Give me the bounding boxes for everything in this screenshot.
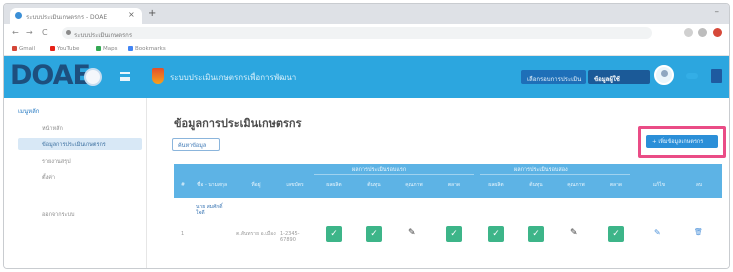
tab-title: ระบบประเมินเกษตรกร - DOAE xyxy=(26,14,108,21)
profile-icon[interactable] xyxy=(713,28,722,37)
main-content: ข้อมูลการประเมินเกษตรกร ค้นหาข้อมูล + เพ… xyxy=(148,98,729,268)
browser-window: ระบบประเมินเกษตรกร - DOAE × + – ← → C ระ… xyxy=(3,3,730,269)
bookmark-favicon-icon xyxy=(50,46,55,51)
bookmarks-bar: Gmail YouTube Maps Bookmarks xyxy=(4,42,729,56)
sidebar-title: เมนูหลัก xyxy=(18,108,40,115)
reload-icon[interactable]: C xyxy=(42,28,48,37)
column-header: ลบ xyxy=(695,182,703,188)
column-header: ต้นทุน xyxy=(367,182,381,188)
check-icon: ✓ xyxy=(446,226,462,242)
column-header: คุณภาพ xyxy=(405,182,423,188)
pencil-icon: ✎ xyxy=(570,228,578,238)
column-header: แก้ไข xyxy=(652,182,666,188)
row-id: 1-2345-67890 xyxy=(280,231,300,243)
sidebar-item-logout[interactable]: ออกจากระบบ xyxy=(18,208,142,220)
column-header: ผลผลิต xyxy=(488,182,504,188)
bookmark-item[interactable]: Bookmarks xyxy=(128,46,166,52)
department-logo-icon xyxy=(152,68,164,84)
bookmark-favicon-icon xyxy=(12,46,17,51)
settings-icon[interactable] xyxy=(686,73,698,79)
column-header[interactable]: ชื่อ - นามสกุล xyxy=(190,182,234,188)
bookmark-item[interactable]: Gmail xyxy=(12,46,35,52)
tab-close-icon[interactable]: × xyxy=(128,10,135,19)
app-title: ระบบประเมินเกษตรกรเพื่อการพัฒนา xyxy=(170,73,297,82)
bookmark-item[interactable]: Maps xyxy=(96,46,117,52)
column-header[interactable]: เลขบัตร xyxy=(278,182,312,188)
column-header: ตลาด xyxy=(609,182,623,188)
user-info-button[interactable]: ข้อมูลผู้ใช้ xyxy=(588,70,650,84)
check-icon: ✓ xyxy=(608,226,624,242)
pencil-icon: ✎ xyxy=(408,228,416,238)
sidebar-item-settings[interactable]: ตั้งค่า xyxy=(18,171,142,183)
table-header: ผลการประเมินรอบแรก ผลการประเมินรอบสอง # … xyxy=(174,164,722,198)
check-icon: ✓ xyxy=(488,226,504,242)
lock-icon xyxy=(66,30,71,35)
sidebar-item-report[interactable]: รายงานสรุป xyxy=(18,155,142,167)
tab-favicon-icon xyxy=(15,12,22,19)
apps-icon[interactable] xyxy=(711,69,722,83)
sidebar: เมนูหลัก หน้าหลัก ข้อมูลการประเมินเกษตรก… xyxy=(4,98,147,268)
add-farmer-button[interactable]: + เพิ่มข้อมูลเกษตรกร xyxy=(646,135,718,148)
extension-icon[interactable] xyxy=(684,28,693,37)
column-header[interactable]: ที่อยู่ xyxy=(236,182,276,188)
assessment-table: ผลการประเมินรอบแรก ผลการประเมินรอบสอง # … xyxy=(174,164,722,268)
doae-logo: DOAE xyxy=(10,60,91,91)
sidebar-item-home[interactable]: หน้าหลัก xyxy=(18,122,142,134)
url-text: ระบบประเมินเกษตรกร xyxy=(74,32,133,39)
new-tab-icon[interactable]: + xyxy=(148,8,156,19)
bookmark-favicon-icon xyxy=(128,46,133,51)
check-icon: ✓ xyxy=(326,226,342,242)
column-header: ตลาด xyxy=(447,182,461,188)
logo-emblem-icon xyxy=(84,68,102,86)
group-divider xyxy=(480,174,630,175)
url-input[interactable]: ระบบประเมินเกษตรกร xyxy=(62,27,652,39)
avatar[interactable] xyxy=(654,65,674,85)
select-round-button[interactable]: เลือกรอบการประเมิน xyxy=(521,70,586,84)
bookmark-star-icon[interactable] xyxy=(698,28,707,37)
menu-toggle-icon[interactable] xyxy=(120,72,130,81)
check-icon: ✓ xyxy=(528,226,544,242)
bookmark-favicon-icon xyxy=(96,46,101,51)
search-button[interactable]: ค้นหาข้อมูล xyxy=(172,138,220,151)
group-header-1: ผลการประเมินรอบแรก xyxy=(352,167,407,173)
row-address: ต.สันทราย อ.เมือง xyxy=(236,231,276,237)
column-header: # xyxy=(180,182,186,188)
column-header: คุณภาพ xyxy=(567,182,585,188)
tab-strip: ระบบประเมินเกษตรกร - DOAE × + – xyxy=(4,4,729,24)
row-name[interactable]: นาย สมศักดิ์ ใจดี xyxy=(196,204,226,216)
app-header: DOAE ระบบประเมินเกษตรกรเพื่อการพัฒนา เลื… xyxy=(4,56,729,98)
row-index: 1 xyxy=(181,231,185,237)
browser-tab[interactable]: ระบบประเมินเกษตรกร - DOAE × xyxy=(10,8,142,24)
sidebar-item-assessment[interactable]: ข้อมูลการประเมินเกษตรกร xyxy=(18,138,142,150)
check-icon: ✓ xyxy=(366,226,382,242)
page-title: ข้อมูลการประเมินเกษตรกร xyxy=(174,117,302,130)
search-button-label: ค้นหาข้อมูล xyxy=(178,143,207,149)
edit-icon[interactable]: ✎ xyxy=(654,228,661,237)
window-minimize-icon[interactable]: – xyxy=(715,7,720,17)
delete-icon[interactable]: 🗑 xyxy=(694,228,703,236)
column-header: ต้นทุน xyxy=(529,182,543,188)
column-header: ผลผลิต xyxy=(326,182,342,188)
back-icon[interactable]: ← xyxy=(12,28,19,37)
table-row: 1 นาย สมศักดิ์ ใจดี ต.สันทราย อ.เมือง 1-… xyxy=(174,198,722,268)
bookmark-item[interactable]: YouTube xyxy=(50,46,79,52)
group-divider xyxy=(314,174,474,175)
forward-icon[interactable]: → xyxy=(26,28,33,37)
group-header-2: ผลการประเมินรอบสอง xyxy=(514,167,568,173)
address-bar: ← → C ระบบประเมินเกษตรกร xyxy=(4,24,729,42)
